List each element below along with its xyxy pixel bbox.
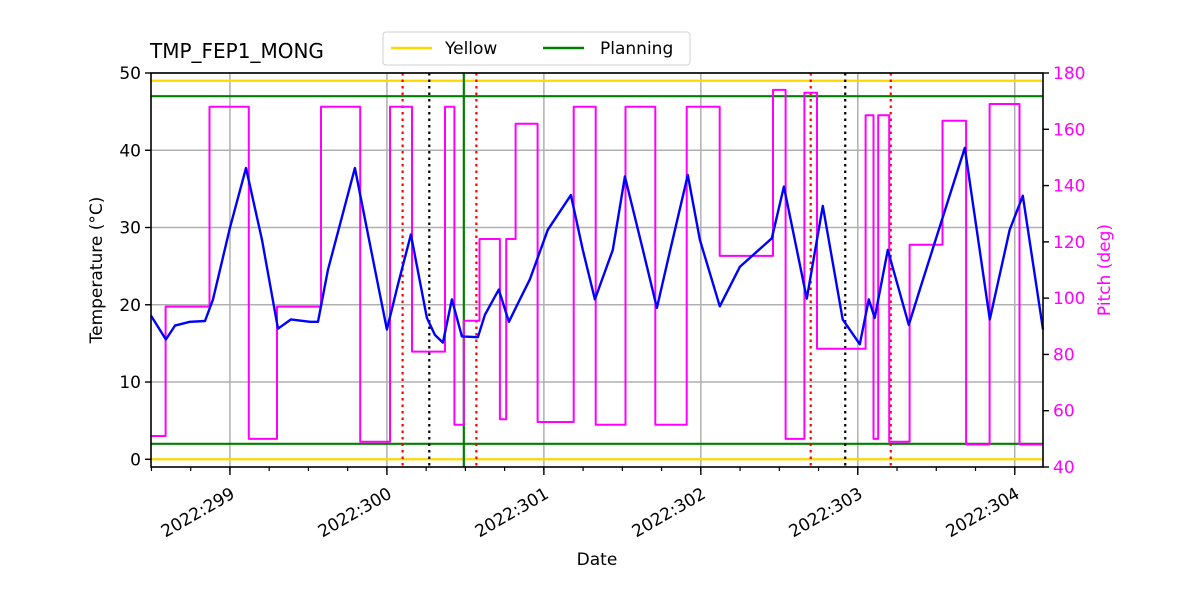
y2-tick-label: 120 — [1053, 233, 1085, 253]
legend: Yellow Planning — [382, 31, 691, 66]
x-tick-label: 2022:300 — [315, 484, 396, 542]
y2-tick-label: 140 — [1053, 177, 1085, 197]
y-axis-right: 40 60 80 100 120 140 160 180 — [1043, 64, 1085, 478]
x-tick-label: 2022:302 — [629, 484, 710, 542]
x-axis: 2022:299 2022:300 2022:301 2022:302 2022:303… — [150, 467, 1024, 542]
x-tick-label: 2022:299 — [158, 484, 239, 542]
x-tick-label: 2022:304 — [943, 484, 1024, 542]
y-tick-label: 20 — [119, 296, 141, 316]
y-tick-label: 40 — [119, 141, 141, 161]
legend-label-planning: Planning — [600, 39, 673, 59]
y2-tick-label: 100 — [1053, 289, 1085, 309]
y2-axis-label: Pitch (deg) — [1095, 224, 1115, 316]
y-axis-label: Temperature (°C) — [87, 197, 107, 345]
pitch-series — [151, 88, 1043, 446]
x-axis-label: Date — [577, 550, 618, 570]
x-tick-label: 2022:303 — [786, 484, 867, 542]
y2-tick-label: 40 — [1053, 458, 1075, 478]
y-axis-left: 0 10 20 30 40 50 — [119, 64, 151, 470]
y-tick-label: 0 — [130, 450, 141, 470]
pitch-line — [151, 88, 1043, 446]
y2-tick-label: 160 — [1053, 120, 1085, 140]
y-tick-label: 30 — [119, 219, 141, 239]
y2-tick-label: 60 — [1053, 402, 1075, 422]
chart: TMP_FEP1_MONG 2022:299 2022:300 2022:301 20… — [87, 31, 1115, 570]
legend-label-yellow: Yellow — [444, 39, 497, 59]
chart-title: TMP_FEP1_MONG — [149, 39, 324, 63]
y-tick-label: 50 — [119, 64, 141, 84]
y2-tick-label: 180 — [1053, 64, 1085, 84]
y-tick-label: 10 — [119, 373, 141, 393]
y2-tick-label: 80 — [1053, 345, 1075, 365]
x-tick-label: 2022:301 — [472, 484, 553, 542]
